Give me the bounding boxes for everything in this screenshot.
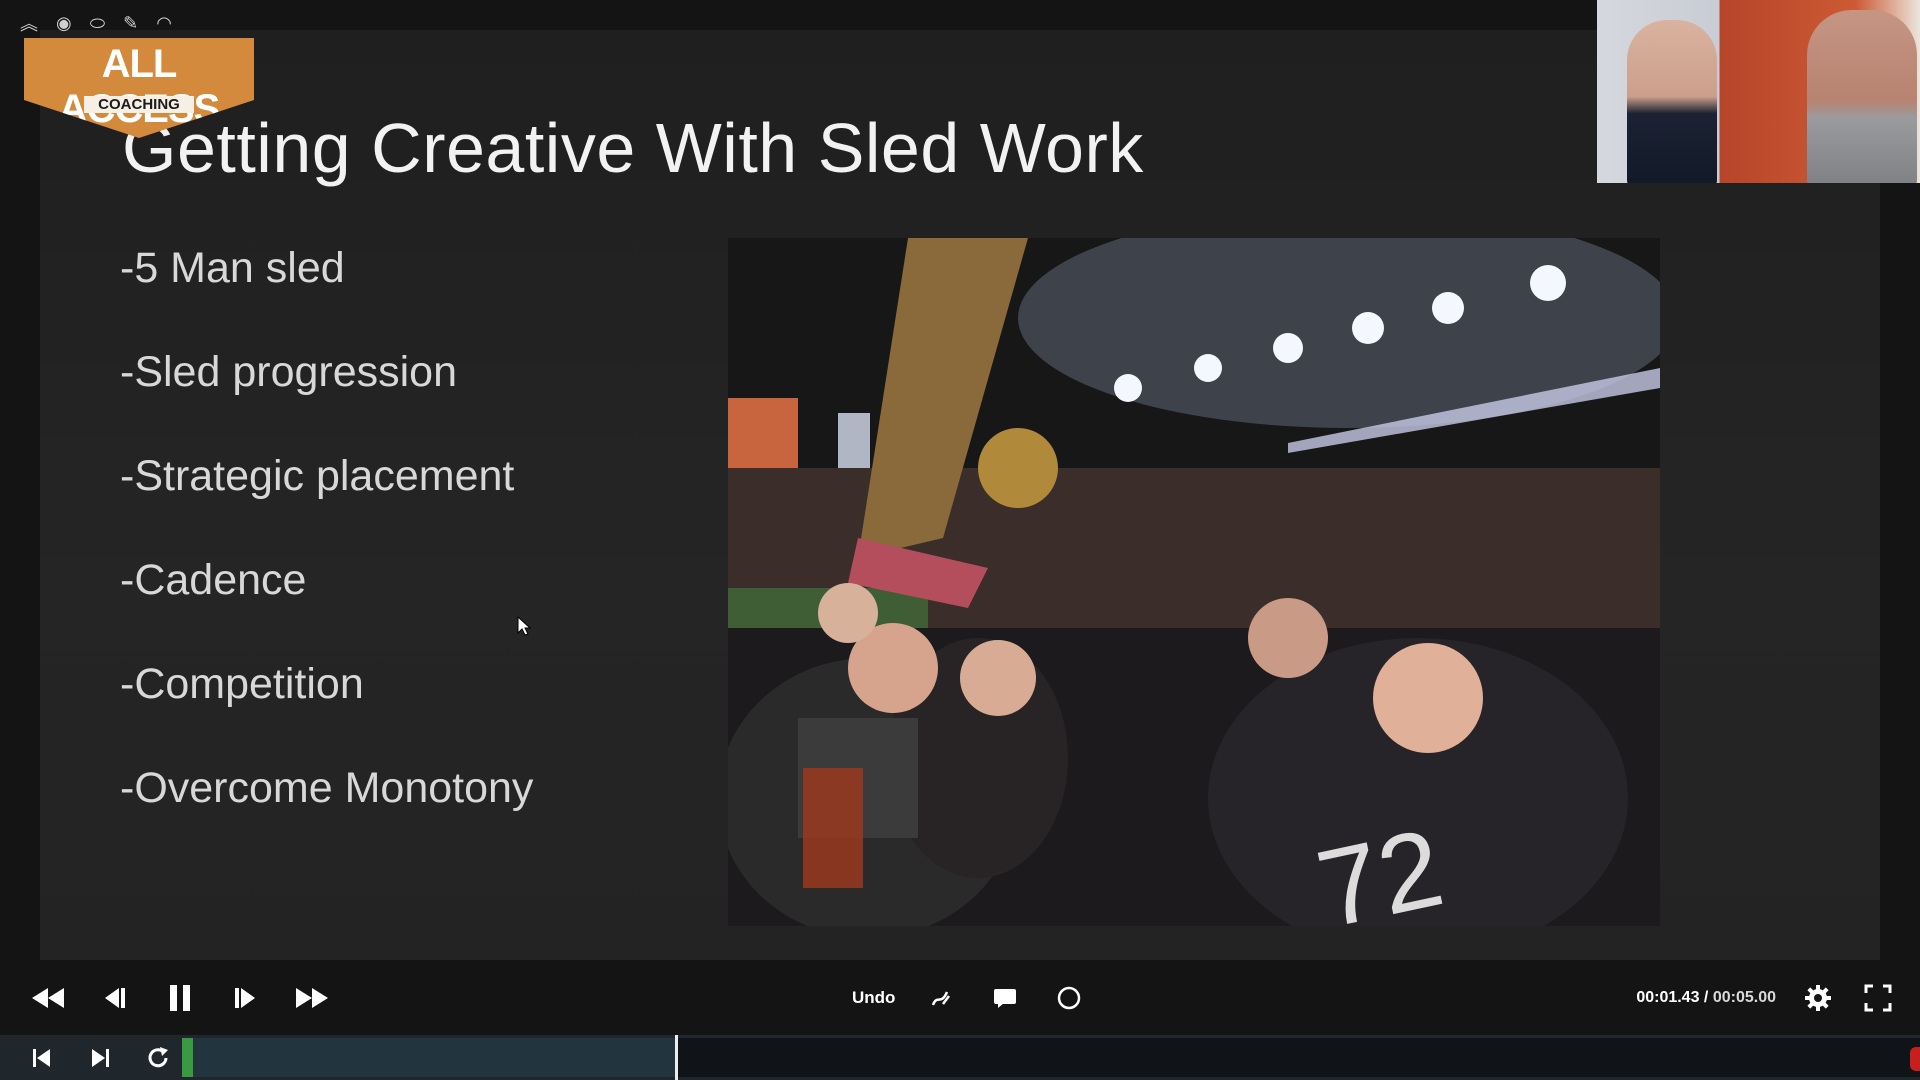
undo-button[interactable]: Undo <box>852 988 895 1008</box>
photo-illustration: 72 <box>728 238 1660 926</box>
fast-forward-button[interactable] <box>294 980 330 1016</box>
collapse-icon[interactable]: ︽ <box>20 10 38 36</box>
football-icon: ⬭ <box>89 12 106 34</box>
comment-tool-button[interactable] <box>987 980 1023 1016</box>
comment-icon <box>994 989 1017 1008</box>
previous-clip-button[interactable] <box>24 1040 60 1076</box>
pen-icon <box>932 991 951 1006</box>
pause-button[interactable] <box>162 980 198 1016</box>
fullscreen-button[interactable] <box>1860 980 1896 1016</box>
webcam-overlay <box>1597 0 1920 183</box>
timeline-end-marker <box>1910 1047 1920 1071</box>
mouse-cursor <box>517 615 532 641</box>
step-forward-icon <box>235 988 255 1008</box>
playback-controls: Undo 00:01.43 / 00:05.00 <box>0 968 1920 1028</box>
gear-icon <box>1805 985 1831 1011</box>
right-controls: 00:01.43 / 00:05.00 <box>1636 968 1896 1028</box>
next-clip-button[interactable] <box>82 1040 118 1076</box>
timeline-progress-fill <box>182 1038 193 1077</box>
step-back-button[interactable] <box>96 980 132 1016</box>
bullet-item: -Sled progression <box>120 348 458 396</box>
time-total: 00:05.00 <box>1712 989 1776 1006</box>
transport-buttons <box>30 968 330 1028</box>
logo-line2: COACHING <box>84 96 194 113</box>
bullet-list: -5 Man sled -Sled progression -Strategic… <box>120 240 533 864</box>
badge-icon: ◉ <box>56 12 72 34</box>
rewind-button[interactable] <box>30 980 66 1016</box>
circle-icon <box>1058 986 1081 1010</box>
bullet-item: -5 Man sled <box>120 244 345 292</box>
bullet-item: -Overcome Monotony <box>120 764 534 812</box>
webcam-person-right <box>1807 10 1917 183</box>
slide-title: Getting Creative With Sled Work <box>122 109 1144 187</box>
top-icon-row: ︽ ◉ ⬭ ✎ ◠ <box>20 8 172 38</box>
step-back-icon <box>105 988 125 1008</box>
replay-icon <box>148 1046 168 1067</box>
bullet-item: -Competition <box>120 660 364 708</box>
bullet-item: -Strategic placement <box>120 452 515 500</box>
time-separator: / <box>1699 989 1713 1006</box>
team-celebration-photo: 72 <box>728 238 1660 926</box>
draw-tool-button[interactable] <box>923 980 959 1016</box>
fullscreen-icon <box>1864 984 1892 1012</box>
timeline-track[interactable] <box>182 1038 676 1077</box>
timeline-remaining[interactable] <box>678 1038 1920 1077</box>
clip-timeline <box>0 1035 1920 1080</box>
replay-button[interactable] <box>140 1040 176 1076</box>
time-current: 00:01.43 <box>1636 989 1700 1006</box>
pause-icon <box>170 985 190 1011</box>
annotation-tools: Undo <box>852 968 1087 1028</box>
settings-button[interactable] <box>1800 980 1836 1016</box>
rewind-icon <box>32 988 64 1008</box>
time-display: 00:01.43 / 00:05.00 <box>1636 989 1776 1007</box>
step-forward-button[interactable] <box>228 980 264 1016</box>
circle-tool-button[interactable] <box>1051 980 1087 1016</box>
skip-back-icon <box>33 1048 50 1067</box>
video-stage: Getting Creative With Sled Work -5 Man s… <box>0 0 1920 1035</box>
fast-forward-icon <box>296 988 328 1008</box>
helmet-icon: ◠ <box>156 12 172 34</box>
skip-forward-icon <box>92 1048 109 1067</box>
whistle-icon: ✎ <box>123 12 139 34</box>
clip-nav-buttons <box>24 1035 176 1080</box>
webcam-person-left <box>1627 20 1717 183</box>
bullet-item: -Cadence <box>120 556 307 604</box>
cursor-icon <box>517 615 532 636</box>
